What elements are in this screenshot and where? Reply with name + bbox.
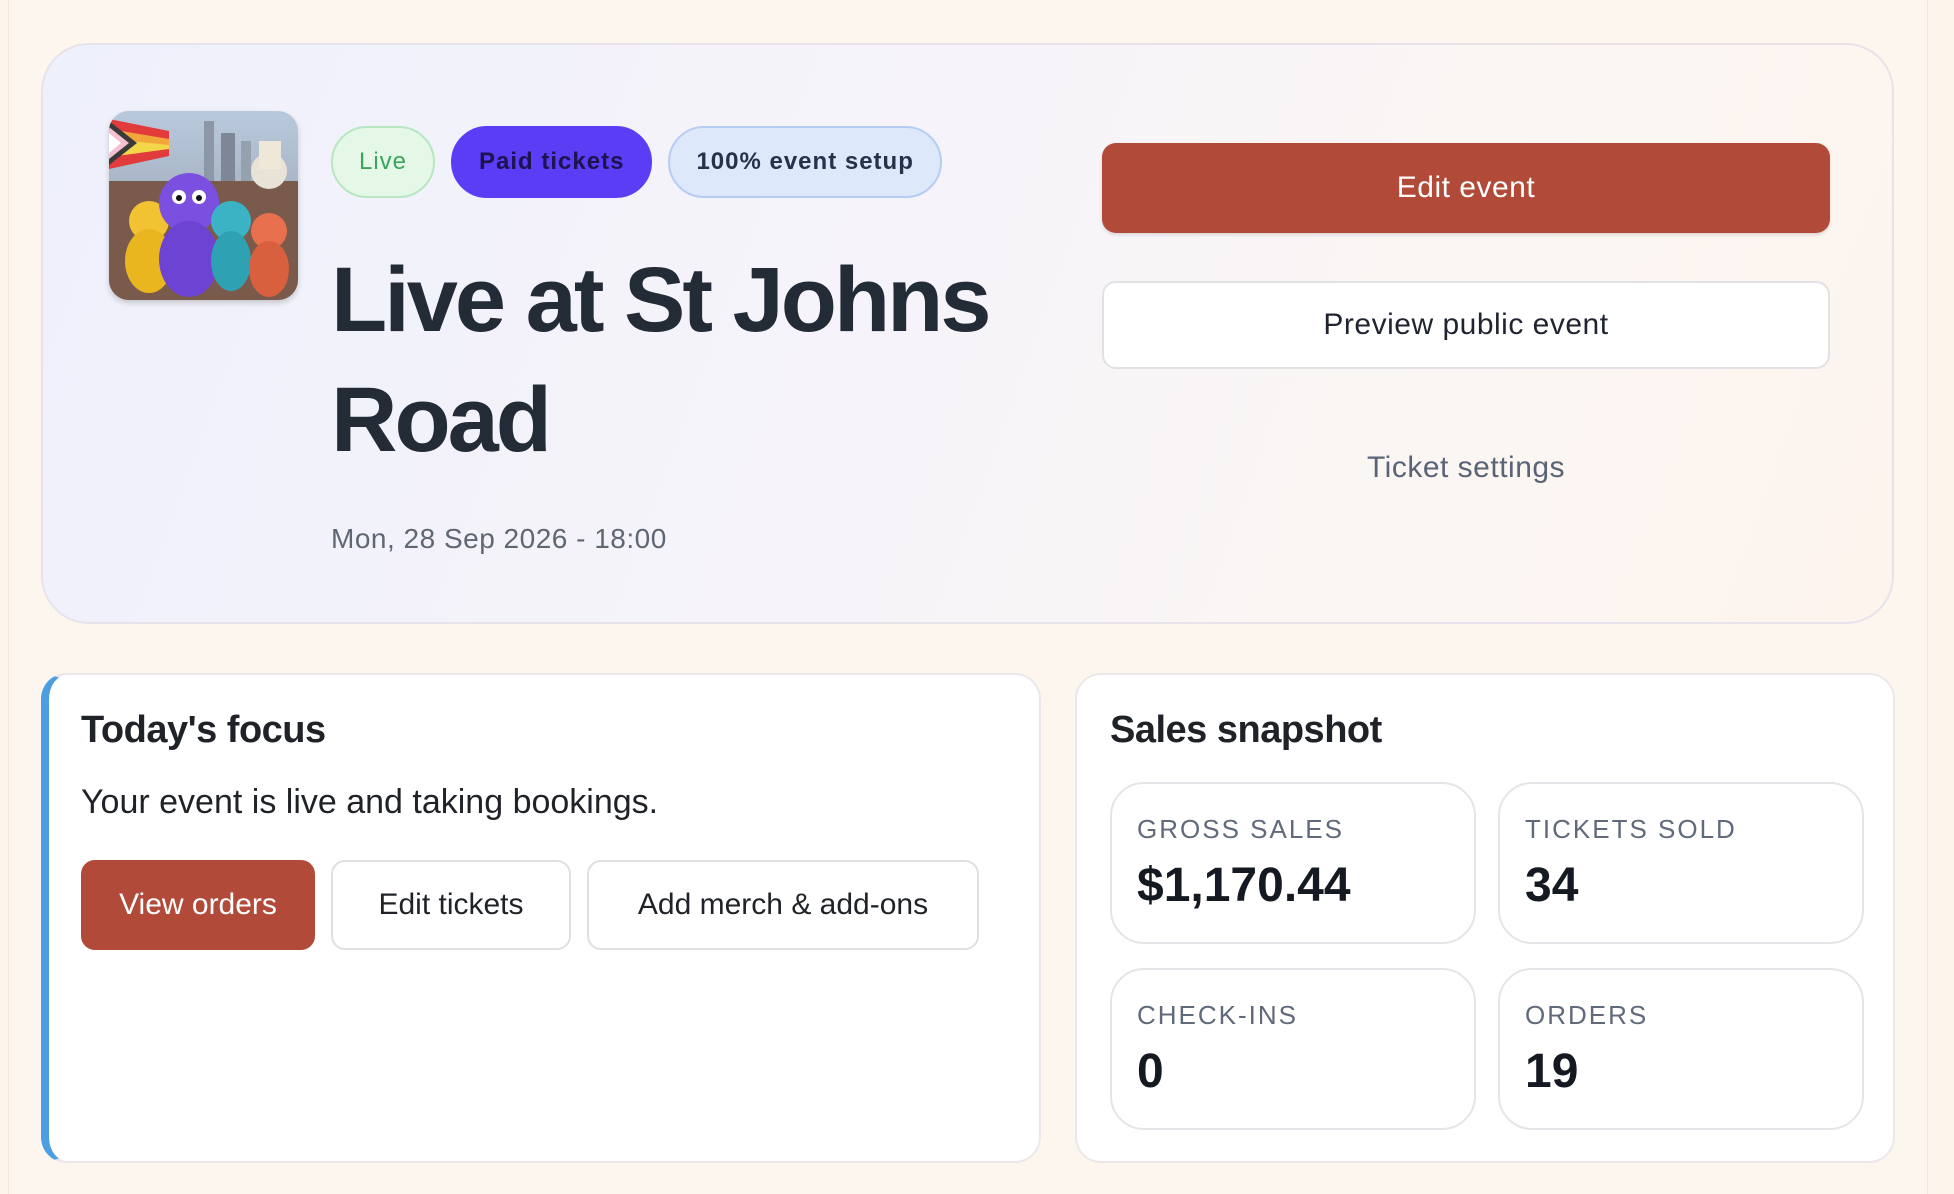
add-merch-button[interactable]: Add merch & add-ons: [587, 860, 979, 950]
view-orders-button[interactable]: View orders: [81, 860, 315, 950]
tickets-sold-label: TICKETS SOLD: [1525, 814, 1737, 844]
todays-focus-title: Today's focus: [81, 709, 326, 751]
preview-public-event-button[interactable]: Preview public event: [1102, 281, 1830, 369]
sales-snapshot-title: Sales snapshot: [1110, 709, 1382, 751]
tickets-sold-stat: TICKETS SOLD 34: [1498, 782, 1864, 944]
event-date: Mon, 28 Sep 2026 - 18:00: [331, 523, 667, 554]
live-status-badge: Live: [331, 126, 436, 198]
gross-sales-value: $1,170.44: [1137, 859, 1351, 912]
event-setup-badge: 100% event setup: [668, 126, 942, 198]
todays-focus-message: Your event is live and taking bookings.: [81, 783, 659, 821]
todays-focus-card: Today's focus Your event is live and tak…: [41, 673, 1041, 1163]
edit-event-button[interactable]: Edit event: [1102, 143, 1830, 233]
check-ins-value: 0: [1137, 1045, 1164, 1098]
edit-tickets-button[interactable]: Edit tickets: [331, 860, 571, 950]
event-title: Live at St Johns Road: [331, 249, 992, 471]
ticket-settings-link[interactable]: Ticket settings: [1102, 443, 1830, 493]
event-header-card: Live Paid tickets 100% event setup Live …: [41, 43, 1894, 624]
focus-actions: View orders Edit tickets Add merch & add…: [81, 860, 979, 950]
sales-snapshot-card: Sales snapshot GROSS SALES $1,170.44 TIC…: [1075, 673, 1895, 1163]
event-image-illustration: [109, 111, 298, 300]
orders-label: ORDERS: [1525, 1000, 1649, 1030]
orders-stat: ORDERS 19: [1498, 968, 1864, 1130]
event-badges: Live Paid tickets 100% event setup: [331, 126, 942, 198]
check-ins-label: CHECK-INS: [1137, 1000, 1299, 1030]
gross-sales-stat: GROSS SALES $1,170.44: [1110, 782, 1476, 944]
orders-value: 19: [1525, 1045, 1579, 1098]
tickets-sold-value: 34: [1525, 859, 1579, 912]
check-ins-stat: CHECK-INS 0: [1110, 968, 1476, 1130]
paid-tickets-badge: Paid tickets: [451, 126, 653, 198]
gross-sales-label: GROSS SALES: [1137, 814, 1344, 844]
event-image: [109, 111, 298, 300]
